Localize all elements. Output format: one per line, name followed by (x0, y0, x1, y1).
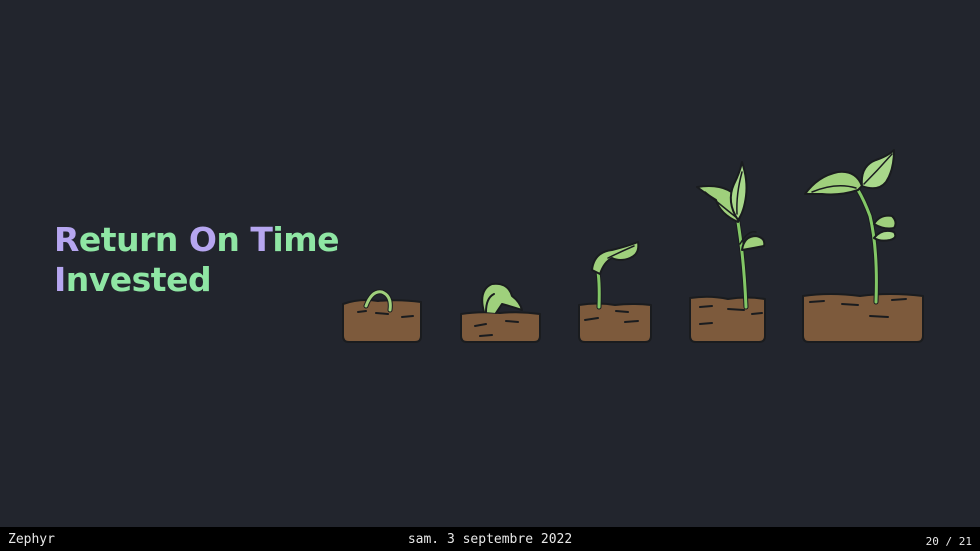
slide: Return On Time Invested (0, 0, 980, 527)
plant-growth-illustration (342, 149, 924, 343)
footer-page-number: 20 / 21 (925, 535, 972, 548)
plant-stage-5 (802, 149, 924, 343)
plant-stage-2 (460, 282, 541, 343)
plant-stage-1 (342, 289, 422, 343)
plant-stage-4 (689, 161, 766, 343)
slide-footer: Zephyr sam. 3 septembre 2022 20 / 21 (0, 527, 980, 551)
plant-stage-3 (578, 241, 652, 343)
footer-date: sam. 3 septembre 2022 (407, 532, 573, 547)
